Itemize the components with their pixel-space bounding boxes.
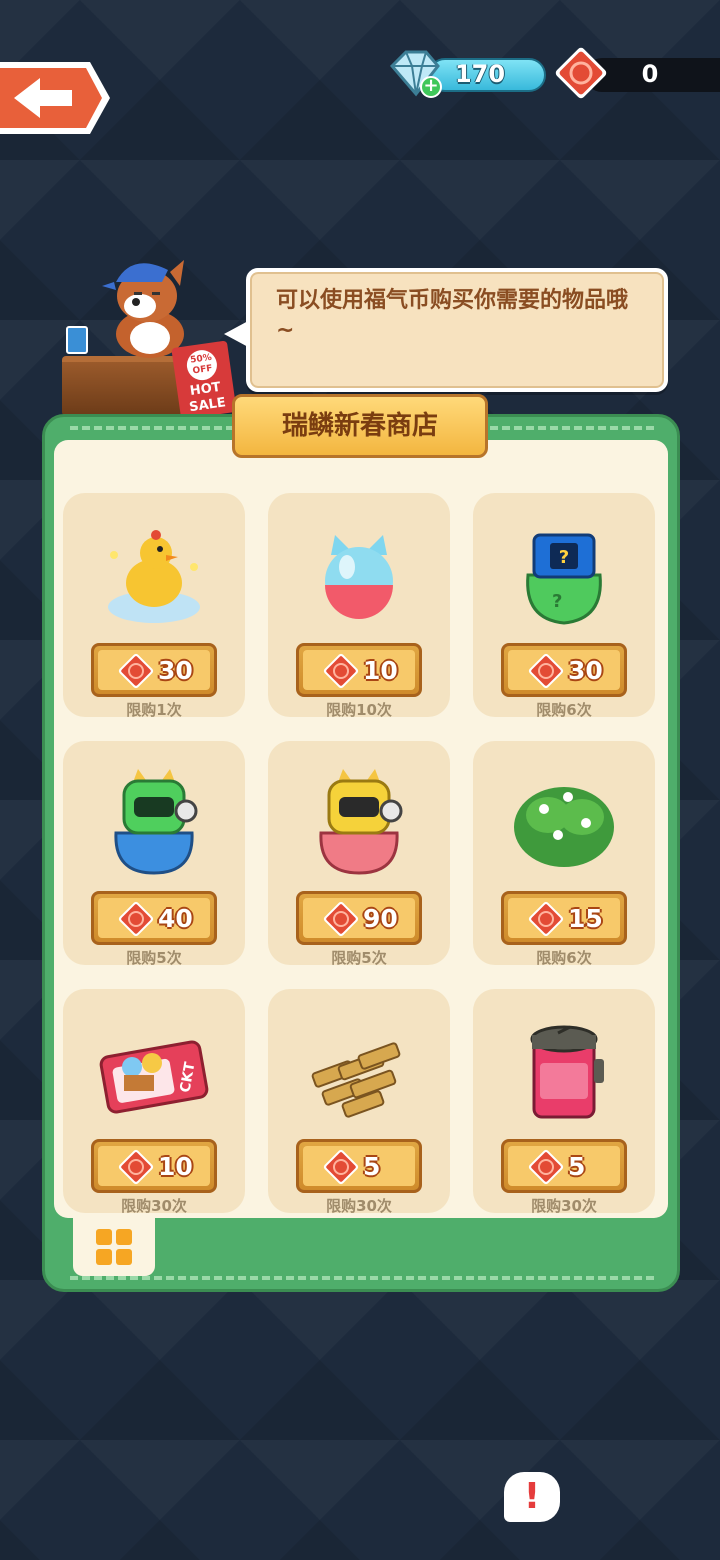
fortune-coin-icon xyxy=(321,1147,361,1187)
item-price: 10 xyxy=(363,656,398,685)
gem-count: 170 xyxy=(454,60,506,88)
svg-text:?: ? xyxy=(559,547,569,568)
back-arrow-icon xyxy=(0,62,110,134)
duck-cloud-item-icon xyxy=(108,530,200,623)
item-price: 30 xyxy=(158,656,193,685)
shop-title: 瑞鳞新春商店 xyxy=(232,394,488,458)
green-mystery-bag-item-card[interactable]: ?? 30 限购6次 xyxy=(473,493,655,719)
purchase-limit: 限购30次 xyxy=(121,1197,187,1215)
back-button[interactable] xyxy=(0,58,112,138)
coin-count: 0 xyxy=(641,60,659,88)
purchase-limit: 限购30次 xyxy=(326,1197,392,1215)
ticket-item-card[interactable]: CKT 10 限购30次 xyxy=(63,989,245,1215)
cat-crystal-orb-item-icon xyxy=(325,535,393,619)
fortune-coin-icon xyxy=(526,651,566,691)
purchase-limit: 限购5次 xyxy=(126,949,182,967)
item-price: 30 xyxy=(568,656,603,685)
hot-sale-sign: 50% OFF HOT SALE xyxy=(171,340,237,420)
buy-button[interactable]: 5 xyxy=(296,1139,422,1193)
duck-cloud-item-card[interactable]: 30 限购1次 xyxy=(63,493,245,719)
jam-jar-item-icon xyxy=(530,1025,604,1119)
fortune-coin-icon xyxy=(321,651,361,691)
ticket-item-icon: CKT xyxy=(99,1040,209,1114)
wood-logs-item-icon xyxy=(311,1042,401,1118)
shop-counter xyxy=(62,356,192,416)
item-price: 90 xyxy=(363,904,398,933)
fortune-coin-icon xyxy=(526,1147,566,1187)
speech-text: 可以使用福气币购买你需要的物品哦~ xyxy=(276,288,629,343)
fortune-coin-icon xyxy=(116,651,156,691)
discount-badge: 50% OFF xyxy=(184,348,219,383)
purchase-limit: 限购6次 xyxy=(536,701,592,719)
qr-code-icon xyxy=(66,326,88,354)
fortune-coin-icon xyxy=(552,46,610,102)
pink-robot-bag-item-icon xyxy=(319,769,403,875)
pink-robot-bag-item-card[interactable]: 90 限购5次 xyxy=(268,741,450,967)
item-price: 15 xyxy=(568,904,603,933)
item-price: 40 xyxy=(158,904,193,933)
blue-robot-bag-item-card[interactable]: 40 限购5次 xyxy=(63,741,245,967)
flower-bush-item-icon xyxy=(514,787,614,867)
purchase-limit: 限购30次 xyxy=(531,1197,597,1215)
green-mystery-bag-item-icon: ?? xyxy=(526,533,602,625)
cat-crystal-orb-item-card[interactable]: 10 限购10次 xyxy=(268,493,450,719)
speech-bubble: 可以使用福气币购买你需要的物品哦~ xyxy=(246,268,668,392)
purchase-limit: 限购1次 xyxy=(126,701,182,719)
jam-jar-item-card[interactable]: 5 限购30次 xyxy=(473,989,655,1215)
purchase-limit: 限购5次 xyxy=(331,949,387,967)
buy-button[interactable]: 30 xyxy=(501,643,627,697)
buy-button[interactable]: 10 xyxy=(296,643,422,697)
buy-button[interactable]: 30 xyxy=(91,643,217,697)
item-price: 5 xyxy=(363,1152,381,1181)
purchase-limit: 限购10次 xyxy=(326,701,392,719)
fortune-coin-icon xyxy=(116,899,156,939)
item-price: 10 xyxy=(158,1152,193,1181)
hot-sale-label: HOT SALE xyxy=(188,379,227,416)
fortune-coin-icon xyxy=(116,1147,156,1187)
category-tab-all[interactable] xyxy=(73,1214,155,1276)
buy-button[interactable]: 40 xyxy=(91,891,217,945)
notification-alert-icon[interactable]: ! xyxy=(504,1472,560,1522)
wood-logs-item-card[interactable]: 5 限购30次 xyxy=(268,989,450,1215)
buy-button[interactable]: 5 xyxy=(501,1139,627,1193)
buy-button[interactable]: 90 xyxy=(296,891,422,945)
panel-stitch-bottom xyxy=(70,1276,654,1280)
svg-text:?: ? xyxy=(552,591,562,612)
purchase-limit: 限购6次 xyxy=(536,949,592,967)
grid-icon xyxy=(96,1229,132,1265)
buy-button[interactable]: 15 xyxy=(501,891,627,945)
item-price: 5 xyxy=(568,1152,586,1181)
add-gems-button[interactable]: + xyxy=(420,76,442,98)
flower-bush-item-card[interactable]: 15 限购6次 xyxy=(473,741,655,967)
fortune-coin-icon xyxy=(526,899,566,939)
blue-robot-bag-item-icon xyxy=(114,769,198,875)
buy-button[interactable]: 10 xyxy=(91,1139,217,1193)
fortune-coin-icon xyxy=(321,899,361,939)
